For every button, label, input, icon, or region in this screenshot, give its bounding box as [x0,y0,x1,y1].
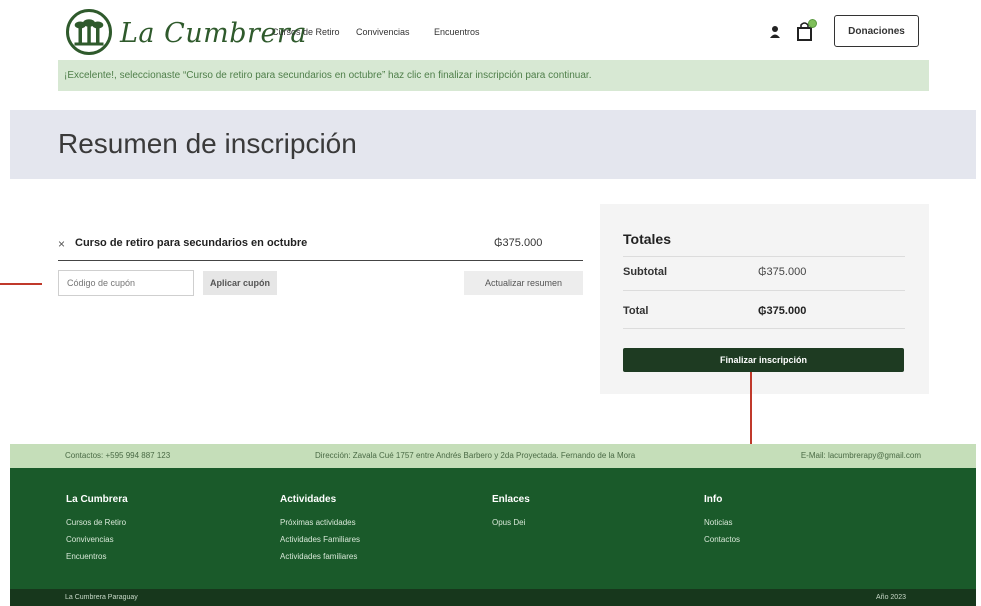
cart-item-name[interactable]: Curso de retiro para secundarios en octu… [75,237,307,249]
total-label: Total [623,305,649,317]
footer-column-title: Info [704,494,723,505]
footer-column-title: La Cumbrera [66,494,128,505]
divider [623,290,905,291]
checkout-button[interactable]: Finalizar inscripción [623,348,904,372]
cart-item-price: ₲375.000 [494,237,543,249]
divider [58,260,583,261]
footer-link-cursos[interactable]: Cursos de Retiro [66,518,126,527]
footer-contact-bar: Contactos: +595 994 887 123 Dirección: Z… [10,444,976,468]
subtotal-label: Subtotal [623,266,667,278]
footer-email[interactable]: E-Mail: lacumbrerapy@gmail.com [801,451,921,460]
footer-copyright: La Cumbrera Paraguay [65,594,138,601]
cart-icon[interactable] [795,19,817,43]
total-value: ₲375.000 [758,305,807,317]
nav-encuentros[interactable]: Encuentros [434,27,480,37]
footer-link-convivencias[interactable]: Convivencias [66,535,114,544]
footer-phone: Contactos: +595 994 887 123 [65,451,171,460]
nav-convivencias[interactable]: Convivencias [356,27,410,37]
user-icon[interactable] [768,24,782,40]
footer-link-opus-dei[interactable]: Opus Dei [492,518,525,527]
annotation-pointer-line [0,283,42,285]
remove-item-button[interactable]: × [58,237,65,251]
subtotal-value: ₲375.000 [758,266,807,278]
palm-trees-icon [74,19,104,46]
footer-address: Dirección: Zavala Cué 1757 entre Andrés … [315,451,636,460]
footer-link-familiares[interactable]: Actividades Familiares [280,535,360,544]
cart-count-badge [808,19,817,28]
nav-cursos-de-retiro[interactable]: Cursos de Retiro [272,27,340,37]
apply-coupon-button[interactable]: Aplicar cupón [203,271,277,295]
footer-year: Año 2023 [876,594,906,601]
footer-link-contactos[interactable]: Contactos [704,535,740,544]
page-title: Resumen de inscripción [58,128,357,159]
footer-link-familiares-2[interactable]: Actividades familiares [280,552,357,561]
divider [623,328,905,329]
logo-emblem[interactable] [66,9,112,55]
footer-column-title: Actividades [280,494,337,505]
coupon-input[interactable] [58,270,194,296]
donate-button[interactable]: Donaciones [834,15,919,47]
footer-column-title: Enlaces [492,494,530,505]
footer-bottom-bar: La Cumbrera Paraguay Año 2023 [10,589,976,606]
footer-link-noticias[interactable]: Noticias [704,518,732,527]
success-notice: ¡Excelente!, seleccionaste “Curso de ret… [58,60,929,91]
footer-link-encuentros[interactable]: Encuentros [66,552,106,561]
divider [623,256,905,257]
footer-link-proximas[interactable]: Próximas actividades [280,518,356,527]
footer-main: La Cumbrera Cursos de Retiro Convivencia… [10,468,976,589]
totals-title: Totales [623,231,671,247]
update-summary-button[interactable]: Actualizar resumen [464,271,583,295]
